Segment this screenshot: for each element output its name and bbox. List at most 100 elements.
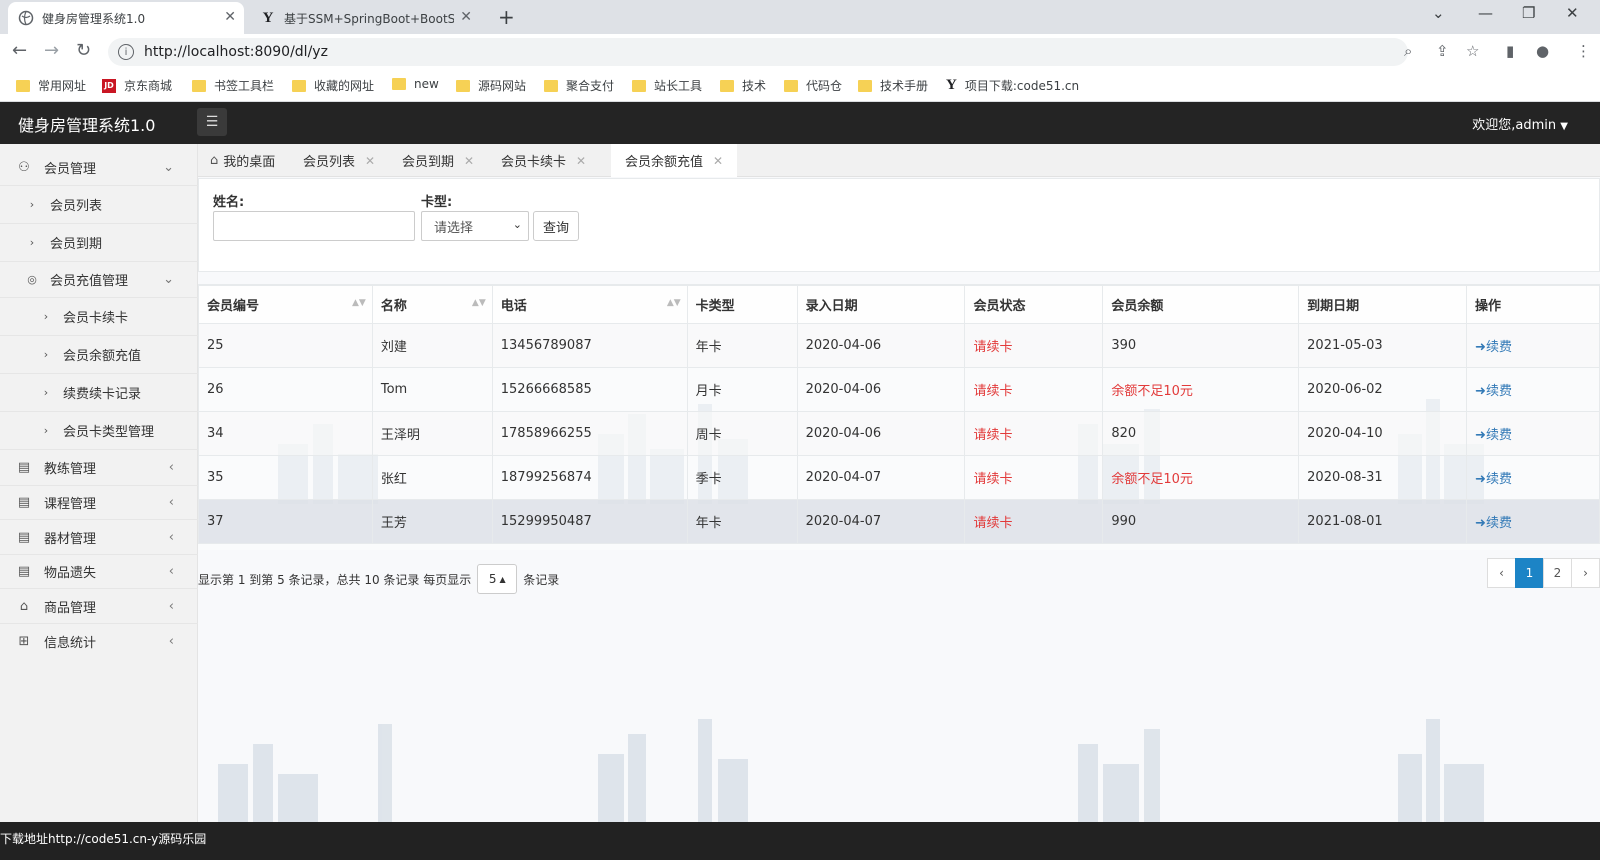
chevron-down-icon[interactable]: ⌄: [1432, 4, 1445, 22]
sidebar-item-recharge-management[interactable]: ◎ 会员充值管理 ⌄: [0, 262, 198, 298]
browser-tab-title: 健身房管理系统1.0: [42, 11, 146, 26]
chevron-right-icon: ›: [43, 348, 49, 361]
tab-member-expiry[interactable]: 会员到期 ✕: [402, 144, 474, 177]
card-type-select[interactable]: 请选择 ⌄: [421, 211, 529, 241]
close-icon[interactable]: ✕: [576, 154, 586, 168]
arrow-right-icon: ➜: [1475, 472, 1486, 487]
bookmark-item[interactable]: 源码网站: [456, 77, 526, 94]
shop-icon: ⌂: [19, 598, 29, 614]
star-icon[interactable]: ☆: [1466, 42, 1479, 60]
bookmark-item[interactable]: new: [392, 77, 439, 91]
renew-link[interactable]: ➜续费: [1475, 428, 1512, 443]
bookmark-item[interactable]: JD 京东商城: [102, 77, 172, 94]
url-field[interactable]: i http://localhost:8090/dl/yz: [108, 38, 1408, 66]
bookmark-item[interactable]: 聚合支付: [544, 77, 614, 94]
hamburger-menu-icon[interactable]: ☰: [197, 108, 227, 136]
column-header[interactable]: 会员编号 ▲▼: [198, 285, 373, 324]
query-button[interactable]: 查询: [533, 211, 579, 241]
folder-icon: [456, 79, 470, 92]
bookmark-item[interactable]: 技术: [720, 77, 766, 94]
bookmark-item[interactable]: 代码仓: [784, 77, 842, 94]
tab-balance-recharge[interactable]: 会员余额充值 ✕: [611, 144, 738, 177]
renew-action[interactable]: ➜续费: [1466, 411, 1600, 456]
zoom-icon[interactable]: ⌕: [1404, 42, 1412, 60]
column-header[interactable]: 电话 ▲▼: [491, 285, 688, 324]
bookmark-item[interactable]: 常用网址: [16, 77, 86, 94]
table-row: 35 张红 18799256874 季卡 2020-04-07 请续卡 余额不足…: [198, 455, 1600, 500]
list-icon: ▤: [17, 460, 31, 475]
name-input[interactable]: [213, 211, 415, 241]
restore-icon[interactable]: ❐: [1522, 4, 1535, 22]
reload-icon[interactable]: ↻: [76, 40, 91, 61]
window-close-icon[interactable]: ✕: [1566, 4, 1579, 22]
tab-desktop[interactable]: ⌂ 我的桌面: [210, 144, 275, 177]
close-icon[interactable]: ✕: [224, 9, 236, 25]
minimize-icon[interactable]: —: [1478, 4, 1493, 22]
browser-tab[interactable]: Y 基于SSM+SpringBoot+BootSt ✕: [250, 2, 480, 34]
browser-tab-active[interactable]: 健身房管理系统1.0 ✕: [8, 2, 244, 34]
address-bar: ← → ↻ i http://localhost:8090/dl/yz ⌕ ⇪ …: [0, 34, 1600, 70]
renew-action[interactable]: ➜续费: [1466, 455, 1600, 500]
status-badge: 请续卡: [964, 323, 1104, 368]
sidebar-item-goods-management[interactable]: ⌂ 商品管理 ‹: [0, 589, 198, 624]
forward-arrow-icon[interactable]: →: [44, 40, 59, 61]
renew-action[interactable]: ➜续费: [1466, 367, 1600, 412]
sidebar-item-renewal-records[interactable]: › 续费续卡记录: [0, 374, 198, 412]
sidebar-item-balance-recharge[interactable]: › 会员余额充值: [0, 336, 198, 374]
bookmark-item[interactable]: 书签工具栏: [192, 77, 274, 94]
page-size-dropdown[interactable]: 5 ▲: [477, 564, 518, 594]
column-header: 录入日期: [796, 285, 966, 324]
renew-action[interactable]: ➜续费: [1466, 499, 1600, 544]
renew-link[interactable]: ➜续费: [1475, 340, 1512, 355]
new-tab-plus-icon[interactable]: +: [498, 5, 515, 29]
renew-link[interactable]: ➜续费: [1475, 472, 1512, 487]
share-icon[interactable]: ⇪: [1436, 42, 1449, 60]
bookmark-item[interactable]: 站长工具: [632, 77, 702, 94]
tab-card-renewal[interactable]: 会员卡续卡 ✕: [501, 144, 586, 177]
user-icon: ⚇: [18, 160, 30, 175]
table-row: 26 Tom 15266668585 月卡 2020-04-06 请续卡 余额不…: [198, 367, 1600, 412]
bookmark-item[interactable]: 技术手册: [858, 77, 928, 94]
page-next[interactable]: ›: [1571, 558, 1600, 588]
tab-member-list[interactable]: 会员列表 ✕: [303, 144, 375, 177]
page-2[interactable]: 2: [1543, 558, 1572, 588]
status-badge: 请续卡: [964, 455, 1104, 500]
page-1[interactable]: 1: [1515, 558, 1544, 588]
renew-link[interactable]: ➜续费: [1475, 516, 1512, 531]
renew-action[interactable]: ➜续费: [1466, 323, 1600, 368]
chevron-left-icon: ‹: [168, 633, 174, 649]
sidebar-item-member-management[interactable]: ⚇ 会员管理 ⌄: [0, 150, 198, 186]
sidebar-item-member-list[interactable]: › 会员列表: [0, 186, 198, 224]
close-icon[interactable]: ✕: [365, 154, 375, 168]
sidebar-item-statistics[interactable]: ⊞ 信息统计 ‹: [0, 624, 198, 658]
user-menu[interactable]: 欢迎您,admin ▼: [1472, 114, 1568, 133]
sidebar-item-member-expiry[interactable]: › 会员到期: [0, 224, 198, 262]
info-icon[interactable]: i: [118, 44, 134, 60]
list-icon: ▤: [17, 495, 31, 510]
sidebar-item-course-management[interactable]: ▤ 课程管理 ‹: [0, 486, 198, 520]
renew-link[interactable]: ➜续费: [1475, 384, 1512, 399]
bookmark-item[interactable]: 收藏的网址: [292, 77, 374, 94]
bookmark-item[interactable]: Y 项目下载:code51.cn: [946, 77, 1079, 94]
arrow-right-icon: ➜: [1475, 340, 1486, 355]
column-header[interactable]: 名称 ▲▼: [371, 285, 493, 324]
close-icon[interactable]: ✕: [460, 9, 472, 25]
sidebar-item-equipment-management[interactable]: ▤ 器材管理 ‹: [0, 520, 198, 555]
back-arrow-icon[interactable]: ←: [12, 40, 27, 61]
page-prev[interactable]: ‹: [1487, 558, 1516, 588]
sidebar-item-card-type-management[interactable]: › 会员卡类型管理: [0, 412, 198, 450]
sidebar-item-card-renewal[interactable]: › 会员卡续卡: [0, 298, 198, 336]
folder-icon: [720, 79, 734, 92]
close-icon[interactable]: ✕: [464, 154, 474, 168]
sidebar-item-lost-items[interactable]: ▤ 物品遗失 ‹: [0, 555, 198, 589]
bookmarks-bar: 常用网址 JD 京东商城 书签工具栏 收藏的网址 new 源码网站 聚合支付 站长…: [0, 70, 1600, 102]
status-badge: 请续卡: [964, 411, 1104, 456]
menu-dots-icon[interactable]: ⋮: [1576, 42, 1591, 60]
sidebar-item-coach-management[interactable]: ▤ 教练管理 ‹: [0, 450, 198, 486]
list-icon: ▤: [17, 564, 31, 579]
avatar-icon[interactable]: ●: [1536, 42, 1549, 60]
folder-icon: [784, 79, 798, 92]
folder-icon: [544, 79, 558, 92]
sidepanel-icon[interactable]: ▮: [1506, 42, 1514, 60]
close-icon[interactable]: ✕: [713, 154, 723, 168]
